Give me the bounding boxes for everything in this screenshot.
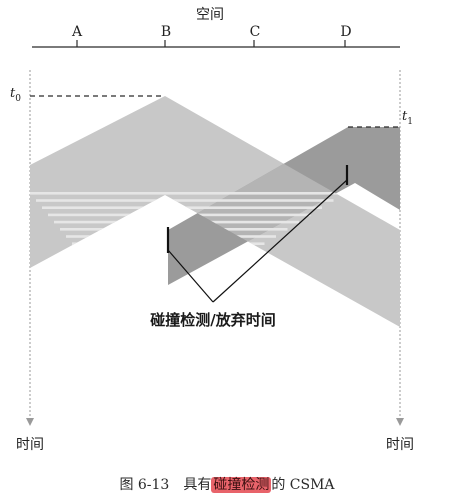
caption-prefix: 图 6-13 具有 <box>119 477 212 493</box>
space-label: 空间 <box>196 7 224 23</box>
collision-stripe <box>54 220 299 224</box>
station-d-label: D <box>340 24 351 40</box>
station-b-label: B <box>161 24 171 40</box>
collision-stripe <box>96 271 219 274</box>
figure-caption: 图 6-13 具有 碰撞检测的 CSMA <box>0 474 454 494</box>
time-label-left: 时间 <box>16 437 44 453</box>
time-axis-left-arrow <box>26 418 34 426</box>
t0-label: t0 <box>10 86 21 104</box>
collision-stripe <box>90 264 230 267</box>
collision-stripe <box>120 300 173 303</box>
collision-abort-label: 碰撞检测/放弃时间 <box>150 311 275 329</box>
station-a-label: A <box>71 24 83 40</box>
collision-stripe <box>48 213 311 217</box>
collision-stripe <box>42 206 322 209</box>
station-c-label: C <box>250 24 261 40</box>
csma-cd-diagram: 空间 A B C D t0 t1 碰撞检测/放弃时间 时间 时间 图 6-13 … <box>0 0 454 499</box>
diagram-canvas: 空间 A B C D t0 t1 碰撞检测/放弃时间 时间 时间 <box>10 7 414 453</box>
caption-suffix: 的 CSMA <box>271 477 335 493</box>
caption-highlight: 碰撞检测 <box>211 477 272 493</box>
collision-stripe <box>36 199 334 202</box>
time-label-right: 时间 <box>386 437 414 453</box>
collision-stripe <box>126 307 161 310</box>
time-axis-right-arrow <box>396 418 404 426</box>
collision-stripe <box>102 278 207 281</box>
collision-stripe <box>114 292 184 296</box>
t1-label: t1 <box>402 109 413 127</box>
collision-stripe <box>30 192 345 195</box>
collision-stripe <box>108 285 196 289</box>
